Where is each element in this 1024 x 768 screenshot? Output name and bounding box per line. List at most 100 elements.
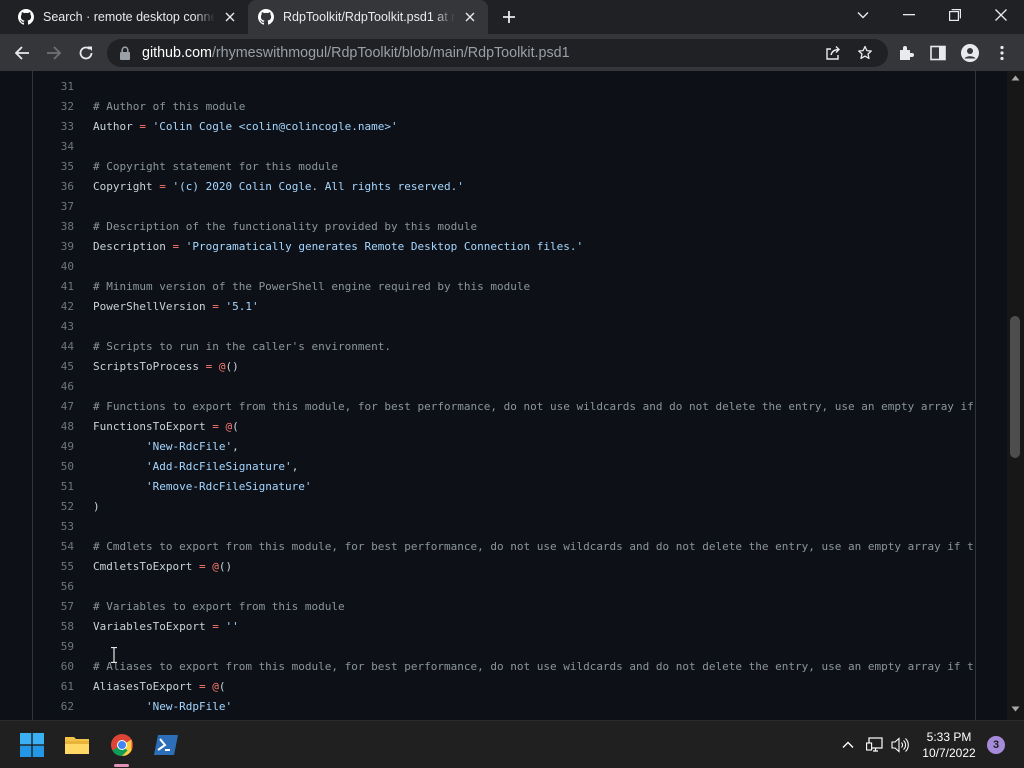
line-number[interactable]: 47: [33, 397, 74, 417]
code-line[interactable]: 55 CmdletsToExport = @(): [33, 557, 973, 577]
url-text[interactable]: github.com/rhymeswithmogul/RdpToolkit/bl…: [142, 45, 570, 61]
new-tab-button[interactable]: [499, 7, 519, 27]
bookmark-star-icon[interactable]: [857, 45, 873, 61]
restore-button[interactable]: [943, 5, 967, 25]
powershell-icon[interactable]: [151, 730, 181, 760]
code-lines[interactable]: 31 32 # Author of this module 33 Author = 'C…: [33, 77, 973, 717]
line-number[interactable]: 50: [33, 457, 74, 477]
tab-search-dropdown[interactable]: [851, 5, 875, 25]
code-line[interactable]: 46: [33, 377, 973, 397]
line-number[interactable]: 44: [33, 337, 74, 357]
code-line[interactable]: 42 PowerShellVersion = '5.1': [33, 297, 973, 317]
extensions-button[interactable]: [895, 42, 917, 64]
scroll-down-arrow-icon[interactable]: [1011, 706, 1020, 712]
code-line[interactable]: 35 # Copyright statement for this module: [33, 157, 973, 177]
line-number[interactable]: 39: [33, 237, 74, 257]
tab-rdptoolkit[interactable]: RdpToolkit/RdpToolkit.psd1 at main: [248, 0, 488, 34]
line-number[interactable]: 40: [33, 257, 74, 277]
line-number[interactable]: 58: [33, 617, 74, 637]
line-number[interactable]: 59: [33, 637, 74, 657]
line-number[interactable]: 51: [33, 477, 74, 497]
chrome-icon[interactable]: [107, 730, 137, 760]
code-line[interactable]: 52): [33, 497, 973, 517]
code-line[interactable]: 32 # Author of this module: [33, 97, 973, 117]
close-window-button[interactable]: [989, 5, 1013, 25]
reload-button[interactable]: [75, 42, 97, 64]
system-clock[interactable]: 5:33 PM 10/7/2022: [919, 729, 979, 761]
forward-button[interactable]: [43, 42, 65, 64]
lock-icon[interactable]: [119, 46, 131, 60]
line-number[interactable]: 48: [33, 417, 74, 437]
code-line[interactable]: 57 # Variables to export from this module: [33, 597, 973, 617]
windows-start-icon[interactable]: [17, 730, 47, 760]
show-hidden-icons-chevron-icon[interactable]: [838, 735, 858, 755]
code-line[interactable]: 41 # Minimum version of the PowerShell en…: [33, 277, 973, 297]
code-line[interactable]: 56: [33, 577, 973, 597]
code-line[interactable]: 44 # Scripts to run in the caller's envir…: [33, 337, 973, 357]
line-number[interactable]: 62: [33, 697, 74, 717]
line-number[interactable]: 36: [33, 177, 74, 197]
line-number[interactable]: 57: [33, 597, 74, 617]
notification-count-badge[interactable]: 3: [987, 736, 1005, 754]
code-line[interactable]: 49 'New-RdcFile',: [33, 437, 973, 457]
line-number[interactable]: 61: [33, 677, 74, 697]
back-button[interactable]: [11, 42, 33, 64]
line-number[interactable]: 38: [33, 217, 74, 237]
line-number[interactable]: 56: [33, 577, 74, 597]
scroll-up-arrow-icon[interactable]: [1011, 75, 1020, 81]
code-line[interactable]: 43: [33, 317, 973, 337]
profile-button[interactable]: [959, 42, 981, 64]
close-tab-icon[interactable]: [462, 9, 478, 25]
code-line[interactable]: 48 FunctionsToExport = @(: [33, 417, 973, 437]
line-number[interactable]: 33: [33, 117, 74, 137]
line-number[interactable]: 46: [33, 377, 74, 397]
share-icon[interactable]: [825, 45, 841, 61]
line-number[interactable]: 41: [33, 277, 74, 297]
line-number[interactable]: 49: [33, 437, 74, 457]
code-line[interactable]: 38 # Description of the functionality pro…: [33, 217, 973, 237]
code-line[interactable]: 39 Description = 'Programatically generat…: [33, 237, 973, 257]
line-number[interactable]: 55: [33, 557, 74, 577]
code-line[interactable]: 47 # Functions to export from this module…: [33, 397, 973, 417]
line-number[interactable]: 34: [33, 137, 74, 157]
line-number[interactable]: 42: [33, 297, 74, 317]
line-number[interactable]: 45: [33, 357, 74, 377]
menu-button[interactable]: [991, 42, 1013, 64]
code-line[interactable]: 51 'Remove-RdcFileSignature': [33, 477, 973, 497]
minimize-button[interactable]: [897, 5, 921, 25]
file-explorer-icon[interactable]: [62, 730, 92, 760]
code-line[interactable]: 50 'Add-RdcFileSignature',: [33, 457, 973, 477]
line-number[interactable]: 53: [33, 517, 74, 537]
line-number[interactable]: 43: [33, 317, 74, 337]
code-line[interactable]: 54 # Cmdlets to export from this module, …: [33, 537, 973, 557]
line-number[interactable]: 35: [33, 157, 74, 177]
code-line[interactable]: 33 Author = 'Colin Cogle <colin@colincogl…: [33, 117, 973, 137]
line-number[interactable]: 37: [33, 197, 74, 217]
address-bar[interactable]: github.com/rhymeswithmogul/RdpToolkit/bl…: [107, 39, 888, 67]
close-tab-icon[interactable]: [222, 9, 238, 25]
code-line[interactable]: 31: [33, 77, 973, 97]
line-number[interactable]: 52: [33, 497, 74, 517]
code-line[interactable]: 59: [33, 637, 973, 657]
line-number[interactable]: 54: [33, 537, 74, 557]
line-number[interactable]: 31: [33, 77, 74, 97]
volume-icon[interactable]: [890, 735, 910, 755]
code-line[interactable]: 62 'New-RdpFile': [33, 697, 973, 717]
code-line[interactable]: 53: [33, 517, 973, 537]
code-line[interactable]: 37: [33, 197, 973, 217]
tab-search[interactable]: Search · remote desktop connecti: [8, 0, 248, 34]
side-panel-button[interactable]: [927, 42, 949, 64]
code-line[interactable]: 61 AliasesToExport = @(: [33, 677, 973, 697]
line-number[interactable]: 32: [33, 97, 74, 117]
code-line[interactable]: 60 # Aliases to export from this module, …: [33, 657, 973, 677]
tab-title: RdpToolkit/RdpToolkit.psd1 at main: [283, 10, 455, 24]
code-line[interactable]: 40: [33, 257, 973, 277]
code-line[interactable]: 36 Copyright = '(c) 2020 Colin Cogle. All…: [33, 177, 973, 197]
page-scrollbar[interactable]: [1007, 71, 1024, 720]
code-line[interactable]: 34: [33, 137, 973, 157]
code-line[interactable]: 58 VariablesToExport = '': [33, 617, 973, 637]
scrollbar-thumb[interactable]: [1010, 316, 1020, 458]
network-icon[interactable]: [865, 735, 885, 755]
line-number[interactable]: 60: [33, 657, 74, 677]
code-line[interactable]: 45 ScriptsToProcess = @(): [33, 357, 973, 377]
